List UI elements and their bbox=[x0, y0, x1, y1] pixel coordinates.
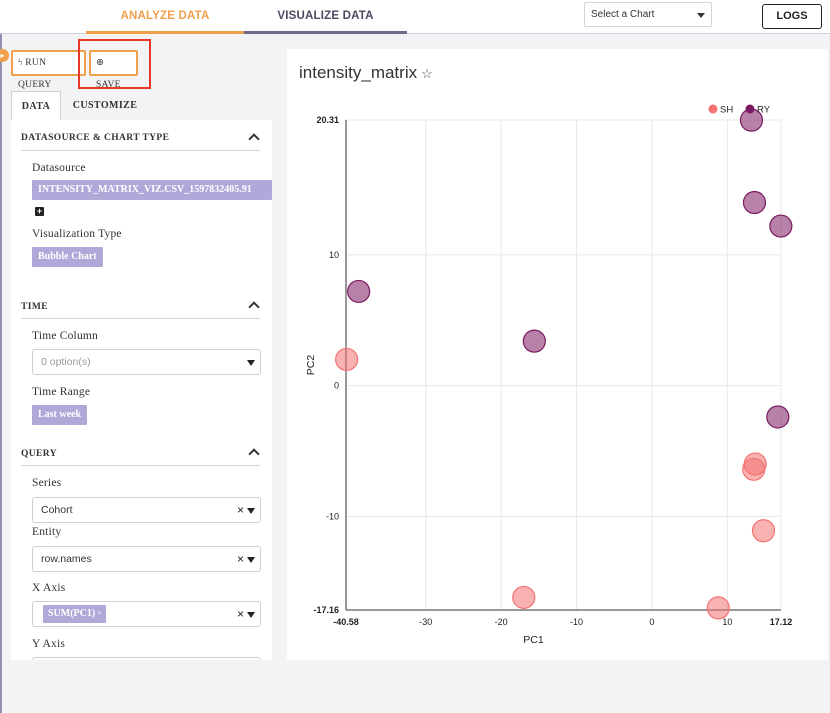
entity-value: row.names bbox=[41, 553, 92, 565]
run-query-button[interactable]: ϟ RUN QUERY bbox=[11, 50, 86, 90]
series-value: Cohort bbox=[41, 504, 73, 516]
y-tick-label: -10 bbox=[326, 511, 339, 521]
legend-label: SH bbox=[720, 105, 733, 116]
sidebar-rail bbox=[0, 34, 2, 713]
time-column-label: Time Column bbox=[32, 330, 99, 342]
time-range-label: Time Range bbox=[32, 386, 91, 398]
x-tick-label: 17.12 bbox=[770, 617, 793, 627]
x-tick-label: -10 bbox=[570, 617, 583, 627]
x-axis-metric-pill[interactable]: SUM(PC1) ▫ bbox=[43, 605, 107, 623]
clear-icon[interactable]: × bbox=[237, 547, 244, 571]
x-axis-metric-text: SUM(PC1) bbox=[48, 608, 96, 619]
chevron-up-icon[interactable] bbox=[248, 301, 260, 313]
divider bbox=[21, 465, 260, 466]
section-title-query: QUERY bbox=[21, 449, 57, 459]
bubble-point bbox=[512, 585, 536, 610]
x-tick-label: -40.58 bbox=[333, 617, 359, 627]
x-tick-label: -30 bbox=[419, 617, 432, 627]
chevron-up-icon[interactable] bbox=[248, 448, 260, 460]
viz-type-pill[interactable]: Bubble Chart bbox=[32, 247, 103, 267]
divider bbox=[21, 150, 260, 151]
run-query-label: RUN QUERY bbox=[18, 58, 52, 90]
legend-marker bbox=[708, 104, 718, 114]
y-tick-label: 0 bbox=[334, 381, 339, 391]
add-icon[interactable]: + bbox=[35, 207, 44, 216]
bubble-point bbox=[766, 405, 790, 429]
control-panel: DATASOURCE & CHART TYPE Datasource INTEN… bbox=[11, 120, 272, 660]
series-label: Series bbox=[32, 477, 62, 489]
x-tick-label: 0 bbox=[649, 617, 654, 627]
time-column-placeholder: 0 option(s) bbox=[41, 356, 91, 368]
tab-customize[interactable]: CUSTOMIZE bbox=[67, 91, 143, 120]
y-tick-label: -17.16 bbox=[313, 605, 339, 615]
top-navigation-bar: ANALYZE DATA VISUALIZE DATA Select a Cha… bbox=[0, 0, 830, 34]
chevron-down-icon bbox=[247, 557, 255, 563]
viz-type-label: Visualization Type bbox=[32, 228, 122, 240]
bubble-point bbox=[751, 519, 776, 543]
tab-visualize-data[interactable]: VISUALIZE DATA bbox=[244, 0, 407, 34]
section-title-time: TIME bbox=[21, 302, 48, 312]
time-column-select[interactable]: 0 option(s) bbox=[32, 349, 261, 375]
bubble-point bbox=[522, 329, 546, 353]
chart-panel: intensity_matrix ☆ -40.58 -30 -20 -10 0 10 17.1… bbox=[287, 49, 828, 660]
chart-select-value: Select a Chart bbox=[591, 9, 655, 20]
panel-tabs: DATA CUSTOMIZE bbox=[11, 91, 272, 120]
entity-label: Entity bbox=[32, 526, 62, 538]
y-axis-select[interactable] bbox=[32, 657, 261, 660]
expand-sidebar-icon[interactable]: ▸ bbox=[0, 49, 9, 62]
bubble-chart: -40.58 -30 -20 -10 0 10 17.12 20.31 10 0 -10 -17.16… bbox=[305, 104, 793, 646]
y-axis-label: PC2 bbox=[305, 355, 317, 376]
chevron-down-icon bbox=[697, 13, 705, 18]
chevron-down-icon bbox=[247, 360, 255, 366]
legend-label: RY bbox=[757, 105, 771, 116]
y-tick-label: 10 bbox=[329, 250, 339, 260]
lightning-icon: ϟ bbox=[18, 58, 23, 68]
bubble-point bbox=[742, 190, 767, 215]
y-tick-label: 20.31 bbox=[316, 115, 339, 125]
time-range-pill[interactable]: Last week bbox=[32, 405, 88, 425]
x-tick-label: 10 bbox=[722, 617, 732, 627]
chart-select-dropdown[interactable]: Select a Chart bbox=[584, 2, 712, 27]
x-axis-label: X Axis bbox=[32, 582, 66, 594]
tab-data[interactable]: DATA bbox=[11, 91, 61, 120]
chevron-up-icon[interactable] bbox=[248, 133, 260, 145]
bubble-point bbox=[706, 596, 730, 620]
y-axis-label: Y Axis bbox=[32, 638, 66, 650]
entity-select[interactable]: row.names × bbox=[32, 546, 261, 572]
clear-icon[interactable]: × bbox=[237, 498, 244, 522]
bubble-point bbox=[347, 279, 371, 304]
legend-marker bbox=[745, 104, 755, 114]
clear-icon[interactable]: × bbox=[237, 602, 244, 626]
x-axis-select[interactable]: SUM(PC1) ▫ × bbox=[32, 601, 261, 627]
tab-analyze-data[interactable]: ANALYZE DATA bbox=[86, 0, 244, 34]
section-title-datasource: DATASOURCE & CHART TYPE bbox=[21, 133, 170, 143]
bubble-point bbox=[769, 214, 793, 238]
datasource-label: Datasource bbox=[32, 162, 86, 174]
chevron-down-icon bbox=[247, 612, 255, 618]
logs-button[interactable]: LOGS bbox=[762, 4, 822, 29]
datasource-pill[interactable]: INTENSITY_MATRIX_VIZ.CSV_1597832405.91 bbox=[32, 180, 272, 200]
chevron-down-icon bbox=[247, 508, 255, 514]
bubble-point bbox=[335, 347, 359, 372]
bubble-point bbox=[742, 457, 766, 481]
series-select[interactable]: Cohort × bbox=[32, 497, 261, 523]
highlight-annotation-box bbox=[78, 39, 151, 89]
x-tick-label: -20 bbox=[495, 617, 508, 627]
x-axis-label: PC1 bbox=[523, 634, 544, 646]
divider bbox=[21, 318, 260, 319]
